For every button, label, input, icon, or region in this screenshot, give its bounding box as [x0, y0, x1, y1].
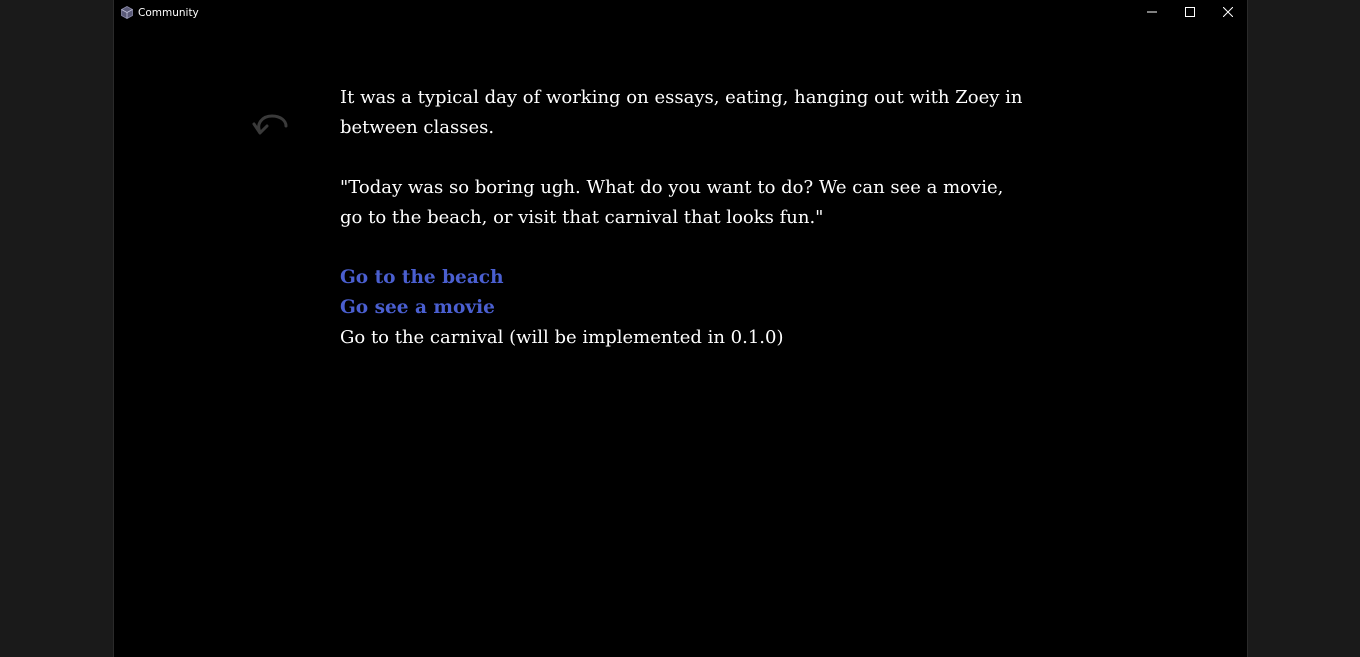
desktop: Community It was a typical day of workin… [0, 0, 1360, 657]
maximize-icon [1185, 4, 1195, 22]
choice-go-to-carnival-disabled: Go to the carnival (will be implemented … [340, 327, 784, 348]
close-button[interactable] [1209, 0, 1247, 26]
minimize-button[interactable] [1133, 0, 1171, 26]
story-content: It was a typical day of working on essay… [340, 83, 1030, 353]
app-cube-icon [121, 6, 133, 19]
window-controls [1133, 0, 1247, 26]
minimize-icon [1147, 4, 1157, 22]
undo-arrow-icon [250, 114, 290, 142]
choice-go-see-movie[interactable]: Go see a movie [340, 293, 1030, 323]
choice-list: Go to the beach Go see a movie Go to the… [340, 263, 1030, 353]
app-window: Community It was a typical day of workin… [113, 0, 1248, 657]
story-paragraph: It was a typical day of working on essay… [340, 87, 1023, 138]
story-paragraph-dialogue: "Today was so boring ugh. What do you wa… [340, 177, 1004, 228]
window-title: Community [138, 7, 199, 19]
choice-go-to-beach[interactable]: Go to the beach [340, 263, 1030, 293]
undo-button[interactable] [250, 110, 290, 138]
title-bar[interactable]: Community [114, 0, 1247, 26]
maximize-button[interactable] [1171, 0, 1209, 26]
close-icon [1222, 4, 1234, 22]
